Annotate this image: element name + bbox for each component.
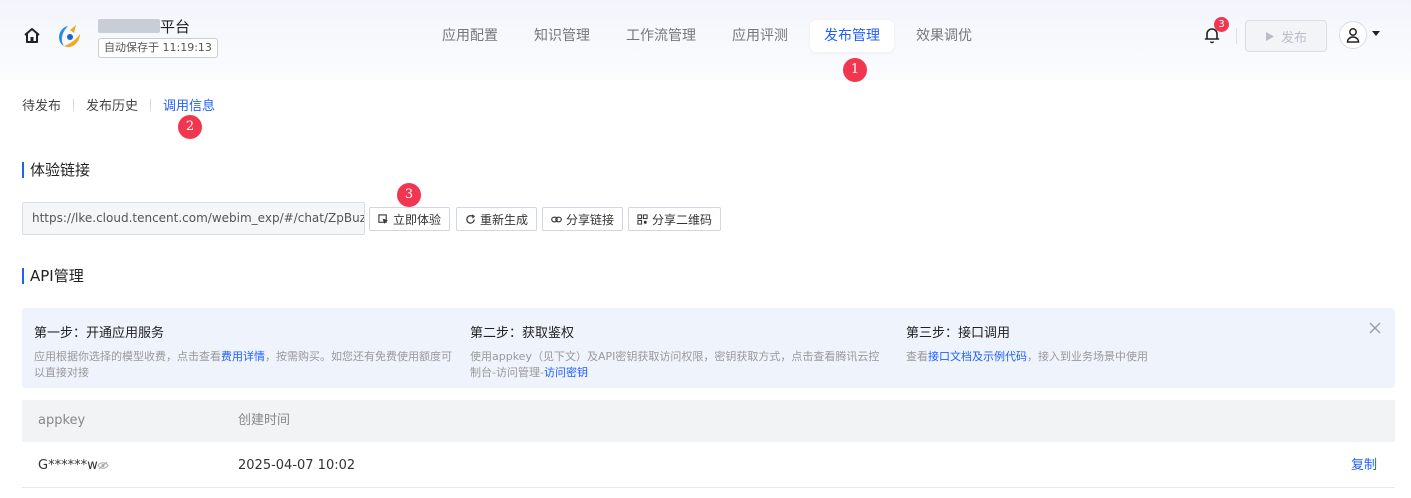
nav-item-tuning[interactable]: 效果调优 [902, 20, 986, 52]
guide-step-1: 第一步：开通应用服务 应用根据你选择的模型收费，点击查看费用详情，按需购买。如您… [34, 322, 454, 381]
qrcode-icon [637, 213, 648, 225]
avatar[interactable] [1339, 21, 1367, 49]
access-key-link[interactable]: 访问密钥 [544, 366, 588, 379]
experience-link-field[interactable]: https://lke.cloud.tencent.com/webim_exp/… [22, 202, 365, 235]
notification-badge: 3 [1214, 17, 1229, 32]
step-description: 使用appkey（见下文）及API密钥获取访问权限，密钥获取方式，点击查看腾讯云… [470, 350, 880, 379]
section-title-experience: 体验链接 [22, 162, 90, 178]
step-description: 查看接口文档及示例代码，接入到业务场景中使用 [906, 350, 1148, 363]
subtab-invoke-info[interactable]: 调用信息 [163, 95, 215, 114]
column-header-created: 创建时间 [238, 413, 291, 428]
user-icon [1346, 28, 1360, 43]
nav-item-knowledge[interactable]: 知识管理 [520, 20, 604, 52]
link-icon [551, 216, 562, 222]
home-icon[interactable] [22, 26, 42, 46]
app-name: 平台 [98, 16, 190, 37]
sub-tabs: 待发布 发布历史 调用信息 [22, 95, 215, 114]
step-title: 第三步：接口调用 [906, 326, 1011, 341]
share-link-button[interactable]: 分享链接 [542, 207, 624, 231]
nav-item-evaluation[interactable]: 应用评测 [718, 20, 802, 52]
step-title: 第一步：开通应用服务 [34, 326, 165, 341]
nav-item-app-config[interactable]: 应用配置 [428, 20, 512, 52]
regenerate-button[interactable]: 重新生成 [456, 207, 538, 231]
step-description: 应用根据你选择的模型收费，点击查看费用详情，按需购买。如您还有免费使用额度可以直… [34, 350, 452, 379]
play-icon [1265, 31, 1274, 41]
cursor-click-icon [378, 213, 389, 224]
app-logo-icon [59, 25, 80, 48]
publish-button[interactable]: 发布 [1245, 20, 1327, 52]
guide-step-3: 第三步：接口调用 查看接口文档及示例代码，接入到业务场景中使用 [906, 322, 1326, 365]
copy-button[interactable]: 复制 [1351, 444, 1377, 488]
try-now-button[interactable]: 立即体验 [369, 207, 451, 231]
divider [1236, 28, 1237, 44]
eye-hidden-icon[interactable] [97, 461, 109, 470]
annotation-marker-2: 2 [178, 115, 202, 139]
nav-item-publish[interactable]: 发布管理 [810, 20, 894, 52]
share-qrcode-button[interactable]: 分享二维码 [628, 207, 722, 231]
nav-item-workflow[interactable]: 工作流管理 [612, 20, 710, 52]
top-bar: 平台 自动保存于 11:19:13 应用配置 知识管理 工作流管理 应用评测 发… [0, 0, 1411, 80]
redacted-name [98, 19, 160, 33]
divider [73, 98, 75, 111]
close-icon[interactable] [1369, 322, 1381, 334]
table-header: appkey 创建时间 [22, 400, 1395, 442]
column-header-appkey: appkey [38, 413, 86, 428]
step-title: 第二步：获取鉴权 [470, 326, 575, 341]
annotation-marker-1: 1 [843, 58, 867, 82]
table-row: G******w 2025-04-07 10:02 复制 [22, 444, 1395, 488]
autosave-status: 自动保存于 11:19:13 [98, 38, 218, 58]
chevron-down-icon[interactable] [1372, 31, 1380, 36]
subtab-pending[interactable]: 待发布 [22, 95, 61, 114]
api-guide-panel: 第一步：开通应用服务 应用根据你选择的模型收费，点击查看费用详情，按需购买。如您… [22, 308, 1395, 388]
main-nav: 应用配置 知识管理 工作流管理 应用评测 发布管理 效果调优 [428, 20, 994, 52]
section-title-api: API管理 [22, 268, 84, 284]
subtab-history[interactable]: 发布历史 [86, 95, 138, 114]
annotation-marker-3: 3 [397, 183, 421, 207]
appkey-value: G******w [38, 458, 98, 473]
api-docs-link[interactable]: 接口文档及示例代码 [928, 350, 1027, 363]
refresh-icon [466, 213, 476, 224]
guide-step-2: 第二步：获取鉴权 使用appkey（见下文）及API密钥获取访问权限，密钥获取方… [470, 322, 890, 381]
created-time-value: 2025-04-07 10:02 [238, 458, 356, 473]
divider [150, 98, 152, 111]
fee-details-link[interactable]: 费用详情 [221, 350, 265, 363]
